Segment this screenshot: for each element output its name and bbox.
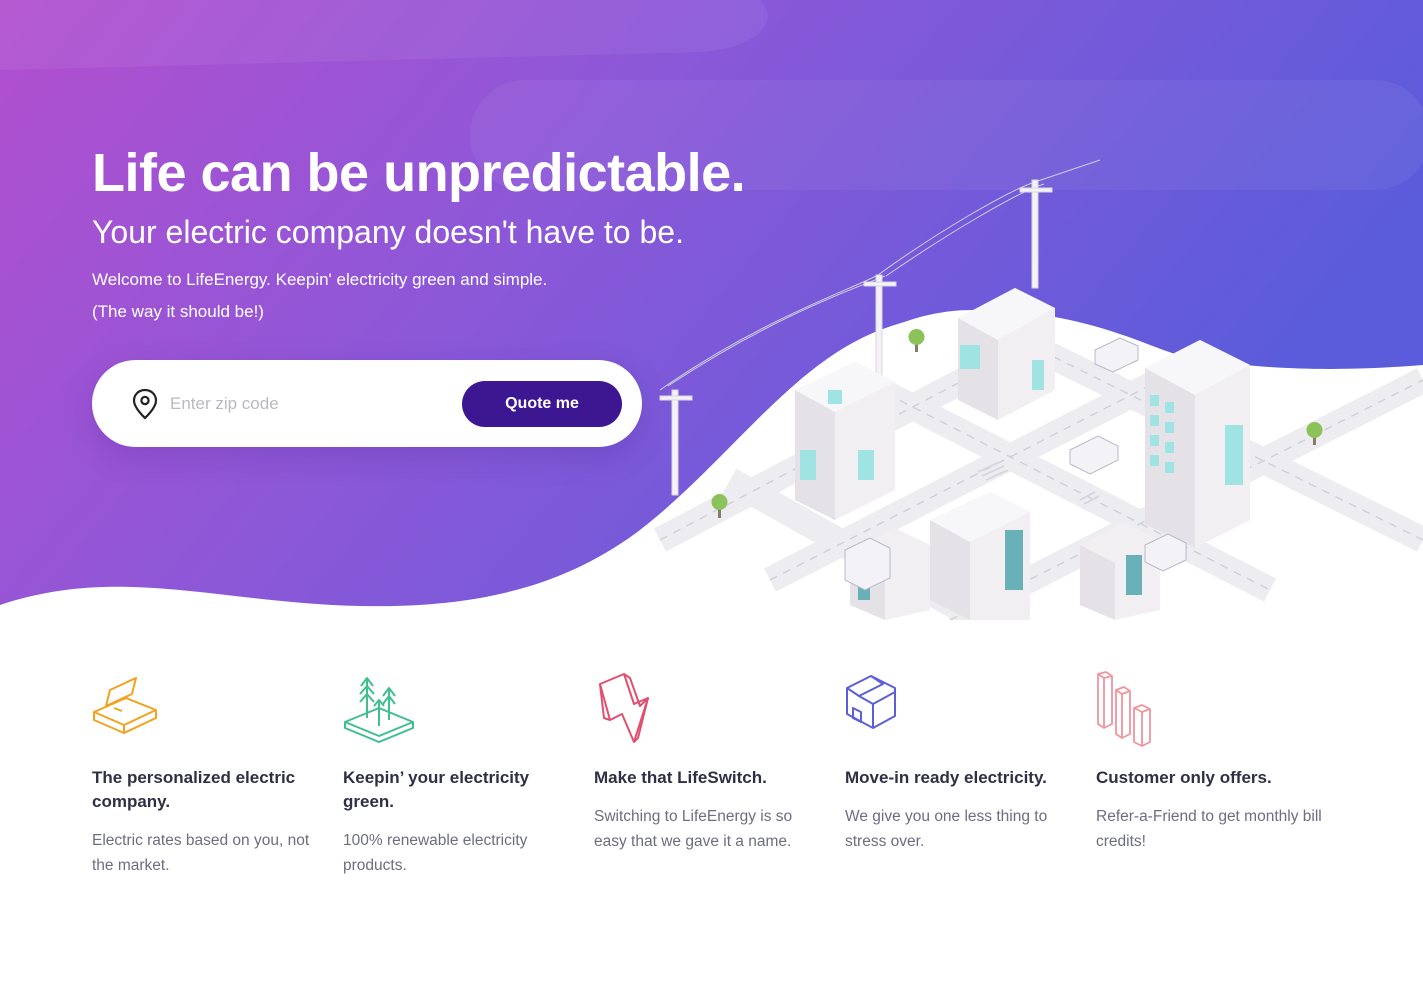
feature-title: Customer only offers.: [1096, 768, 1272, 787]
lightning-bolt-icon: [599, 673, 649, 743]
feature-description: Refer-a-Friend to get monthly bill credi…: [1096, 808, 1322, 850]
feature-description: We give you one less thing to stress ove…: [845, 808, 1048, 850]
quote-me-button[interactable]: Quote me: [462, 381, 622, 427]
zip-code-input[interactable]: [170, 386, 450, 422]
isometric-city-icon: [640, 159, 1423, 620]
zip-form: Quote me: [92, 360, 642, 447]
feature-description: Switching to LifeEnergy is so easy that …: [594, 808, 793, 850]
package-box-icon: [93, 677, 157, 734]
house-icon: [846, 675, 896, 729]
green-trees-icon: [344, 677, 414, 743]
page: Life can be unpredictable. Your electric…: [0, 0, 1423, 1000]
features-section: The personalized electric company. Elect…: [0, 660, 1423, 960]
feature-title: Keepin’ your electricity green.: [343, 768, 530, 811]
feature-title: The personalized electric company.: [92, 768, 296, 811]
map-pin-icon: [132, 388, 158, 420]
hero-section: Life can be unpredictable. Your electric…: [0, 0, 1423, 620]
feature-title: Move-in ready electricity.: [845, 768, 1047, 787]
feature-title: Make that LifeSwitch.: [594, 768, 767, 787]
hero-subtitle: Your electric company doesn't have to be…: [92, 214, 684, 250]
hero-tagline: (The way it should be!): [92, 302, 264, 321]
buildings-icon: [1097, 671, 1151, 747]
feature-description: Electric rates based on you, not the mar…: [92, 832, 310, 874]
hero-welcome-text: Welcome to LifeEnergy. Keepin' electrici…: [92, 270, 548, 289]
feature-description: 100% renewable electricity products.: [343, 832, 528, 874]
